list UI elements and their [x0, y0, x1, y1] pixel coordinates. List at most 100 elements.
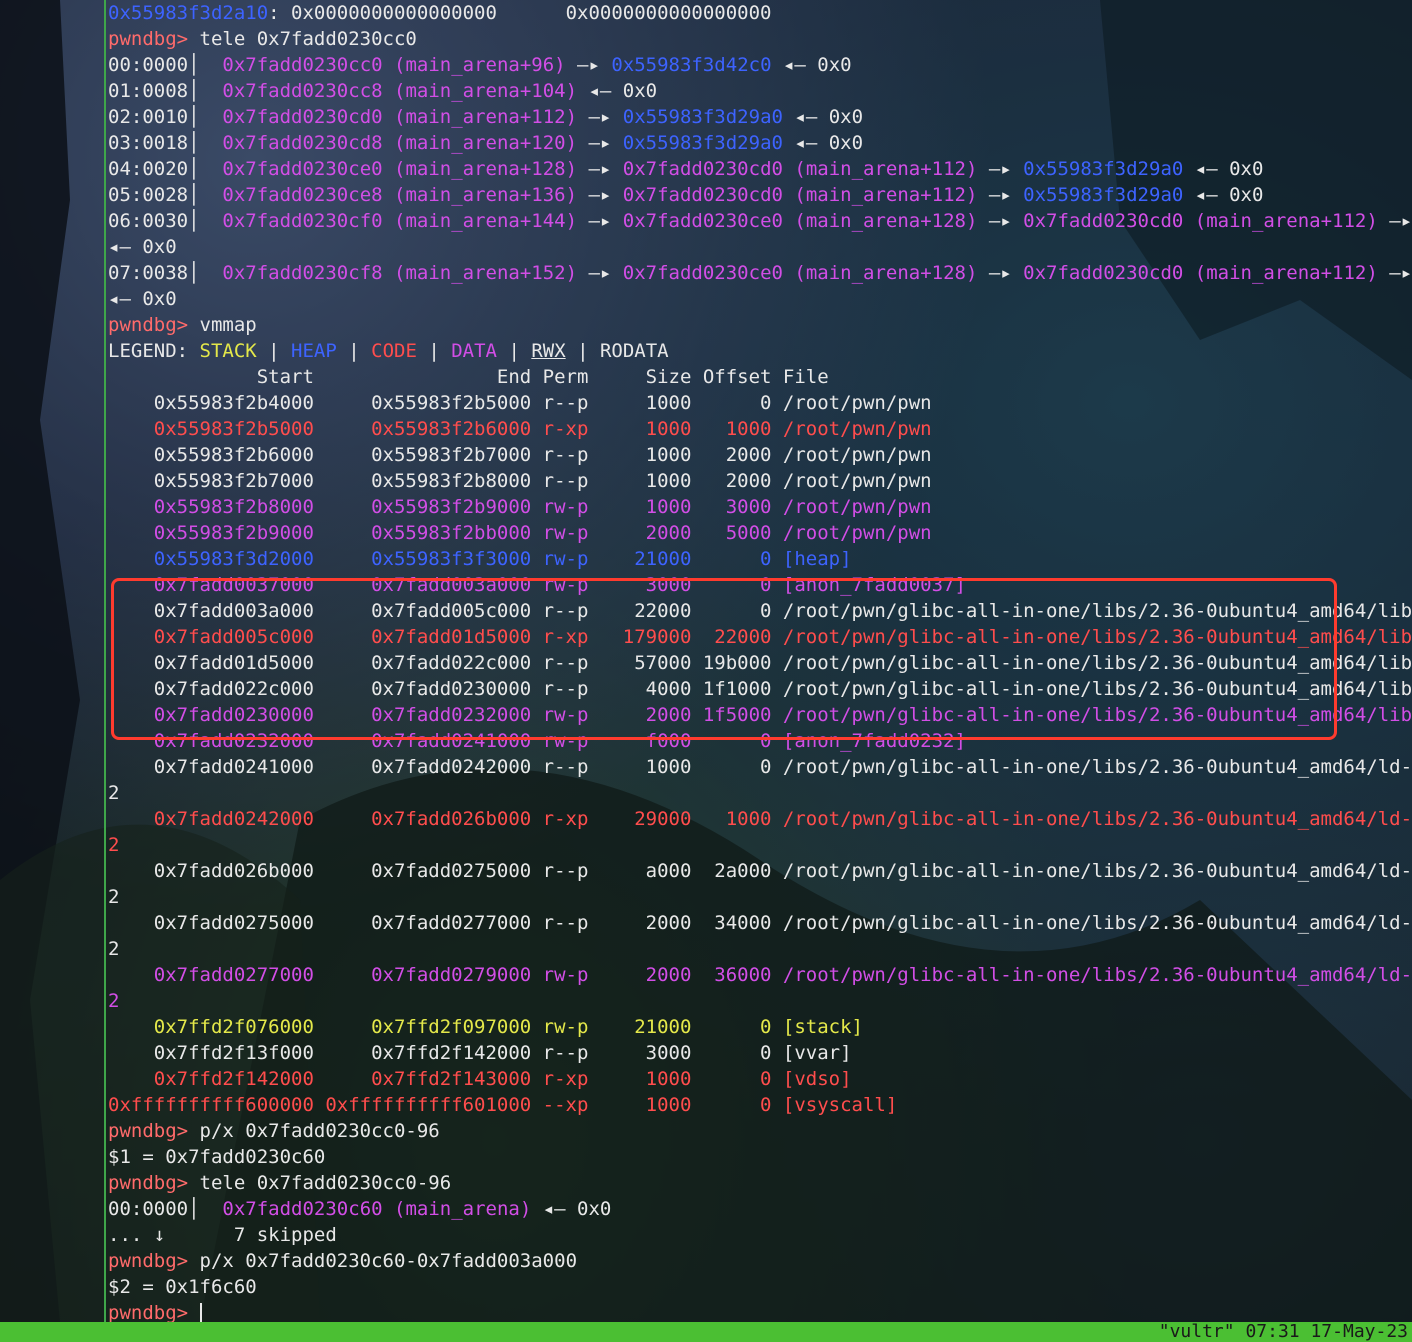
- tele-row-wrap: ◂— 0x0: [108, 286, 177, 312]
- tele-row: 06:0030│ 0x7fadd0230cf0 (main_arena+144)…: [108, 208, 1412, 234]
- vmmap-row: 0xffffffffff600000 0xffffffffff601000 --…: [108, 1092, 897, 1118]
- vmmap-entry-text: 0x7ffd2f13f000 0x7ffd2f142000 r--p 3000 …: [108, 1042, 852, 1064]
- command-tele: pwndbg> tele 0x7fadd0230cc0-96: [108, 1170, 451, 1196]
- pane-border: [104, 0, 106, 1322]
- vmmap-row-wrap: 2: [108, 832, 119, 858]
- chain-arrow: —▸: [565, 54, 612, 76]
- chain-value: 0x0: [622, 80, 658, 102]
- chain-value: 0x0: [142, 236, 177, 258]
- tele-row: 00:0000│ 0x7fadd0230cc0 (main_arena+96) …: [108, 52, 852, 78]
- tele-index: 03:0018: [108, 132, 189, 154]
- command-text: p/x 0x7fadd0230cc0-96: [188, 1120, 440, 1142]
- vmmap-entry-text: 0x55983f2b8000 0x55983f2b9000 rw-p 1000 …: [108, 496, 932, 518]
- tele-bar: │: [188, 106, 200, 128]
- vmmap-wrap-text: 2: [108, 886, 120, 908]
- chain-value: 0x0: [817, 54, 852, 76]
- tele-bar: │: [188, 184, 200, 206]
- tele-index: 01:0008: [108, 80, 189, 102]
- chain-back-arrow: ◂—: [577, 80, 623, 102]
- legend-code: CODE: [371, 340, 417, 362]
- print-result: $2 = 0x1f6c60: [108, 1274, 257, 1300]
- vmmap-row: 0x55983f2b9000 0x55983f2bb000 rw-p 2000 …: [108, 520, 932, 546]
- vmmap-row: 0x7ffd2f076000 0x7ffd2f097000 rw-p 21000…: [108, 1014, 863, 1040]
- chain-value: 0x0: [1229, 184, 1264, 206]
- vmmap-entry-text: 0x55983f2b9000 0x55983f2bb000 rw-p 2000 …: [108, 522, 932, 544]
- command-text: p/x 0x7fadd0230c60-0x7fadd003a000: [188, 1250, 578, 1272]
- chain-pointer: 0x55983f3d29a0: [622, 132, 783, 154]
- vmmap-row: 0x7fadd0242000 0x7fadd026b000 r-xp 29000…: [108, 806, 1412, 832]
- vmmap-entry-text: 0x7fadd0037000 0x7fadd003a000 rw-p 3000 …: [108, 574, 966, 596]
- legend-heap: HEAP: [291, 340, 337, 362]
- vmmap-entry-text: 0x7fadd0275000 0x7fadd0277000 r--p 2000 …: [153, 912, 1412, 934]
- terminal[interactable]: 0x55983f3d2a10: 0x0000000000000000 0x000…: [108, 0, 1412, 1322]
- tele-index: 05:0028: [108, 184, 189, 206]
- vmmap-entry-text: 0x55983f3d2000 0x55983f3f3000 rw-p 21000…: [108, 548, 852, 570]
- print-result: $1 = 0x7fadd0230c60: [108, 1144, 325, 1170]
- tele-row: 01:0008│ 0x7fadd0230cc8 (main_arena+104)…: [108, 78, 657, 104]
- tele-address: 0x7fadd0230cf0 (main_arena+144): [222, 210, 578, 232]
- prompt: pwndbg>: [108, 1302, 189, 1322]
- result-text: $2 = 0x1f6c60: [108, 1276, 257, 1298]
- vmmap-entry-text: 0x7fadd0230000 0x7fadd0232000 rw-p 2000 …: [108, 704, 1412, 726]
- skipped-line: ... ↓ 7 skipped: [108, 1222, 337, 1248]
- command-vmmap: pwndbg> vmmap: [108, 312, 257, 338]
- text-cursor: [199, 1302, 202, 1322]
- memory-dump-line: 0x55983f3d2a10: 0x0000000000000000 0x000…: [108, 0, 771, 26]
- dump-values: : 0x0000000000000000 0x0000000000000000: [268, 2, 772, 24]
- chain-back-arrow: ◂—: [1183, 184, 1230, 206]
- chain-arrow: —▸: [577, 262, 623, 284]
- command-text: vmmap: [188, 314, 257, 336]
- tele-row: 05:0028│ 0x7fadd0230ce8 (main_arena+136)…: [108, 182, 1263, 208]
- chain-value: 0x0: [1229, 158, 1264, 180]
- command-text: tele 0x7fadd0230cc0-96: [188, 1172, 452, 1194]
- vmmap-entry-text: 0x7fadd0277000 0x7fadd0279000 rw-p 2000 …: [153, 964, 1412, 986]
- vmmap-entry-text: 0x7fadd026b000 0x7fadd0275000 r--p a000 …: [153, 860, 1412, 882]
- vmmap-entry-text: 0x55983f2b7000 0x55983f2b8000 r--p 1000 …: [108, 470, 932, 492]
- tele-index: 04:0020: [108, 158, 189, 180]
- legend-rwx: RWX: [531, 340, 566, 362]
- chain-arrow: —▸: [1389, 262, 1412, 284]
- tele-row: 04:0020│ 0x7fadd0230ce0 (main_arena+128)…: [108, 156, 1263, 182]
- chain-arrow: —▸: [577, 106, 623, 128]
- tele-index: 07:0038: [108, 262, 189, 284]
- vmmap-wrap-text: 2: [108, 834, 120, 856]
- vmmap-row: 0x7fadd0241000 0x7fadd0242000 r--p 1000 …: [108, 754, 1412, 780]
- chain-arrow: —▸: [577, 210, 623, 232]
- chain-pointer: 0x7fadd0230cd0 (main_arena+112): [1023, 262, 1378, 284]
- vmmap-row: 0x55983f2b8000 0x55983f2b9000 rw-p 1000 …: [108, 494, 932, 520]
- skipped-dots: ... ↓: [108, 1224, 234, 1246]
- vmmap-row: 0x7fadd0037000 0x7fadd003a000 rw-p 3000 …: [108, 572, 966, 598]
- prompt: pwndbg>: [108, 1120, 189, 1142]
- chain-back-arrow: ◂—: [1183, 158, 1230, 180]
- vmmap-row: 0x7ffd2f142000 0x7ffd2f143000 r-xp 1000 …: [108, 1066, 852, 1092]
- vmmap-row: 0x55983f2b7000 0x55983f2b8000 r--p 1000 …: [108, 468, 932, 494]
- tele-address: 0x7fadd0230cf8 (main_arena+152): [222, 262, 578, 284]
- vmmap-entry-text: 0x7ffd2f076000 0x7ffd2f097000 rw-p 21000…: [108, 1016, 863, 1038]
- chain-pointer: 0x55983f3d42c0: [611, 54, 772, 76]
- tele-index: 02:0010: [108, 106, 189, 128]
- tele-index: 00:0000: [108, 54, 189, 76]
- vmmap-entry-text: 0x7fadd01d5000 0x7fadd022c000 r--p 57000…: [108, 652, 1412, 674]
- vmmap-row-wrap: 2: [108, 780, 119, 806]
- prompt: pwndbg>: [108, 1250, 189, 1272]
- chain-value: 0x0: [142, 288, 177, 310]
- vmmap-row: 0x7fadd0230000 0x7fadd0232000 rw-p 2000 …: [108, 702, 1412, 728]
- vmmap-row: 0x55983f3d2000 0x55983f3f3000 rw-p 21000…: [108, 546, 852, 572]
- vmmap-wrap-text: 2: [108, 782, 120, 804]
- chain-pointer: 0x7fadd0230cd0 (main_arena+112): [622, 158, 978, 180]
- chain-arrow: —▸: [977, 184, 1024, 206]
- vmmap-row-wrap: 2: [108, 884, 119, 910]
- chain-pointer: 0x7fadd0230cd0 (main_arena+112): [622, 184, 978, 206]
- tele-bar: │: [188, 262, 200, 284]
- vmmap-row: 0x7fadd003a000 0x7fadd005c000 r--p 22000…: [108, 598, 1412, 624]
- tele-address: 0x7fadd0230cd8 (main_arena+120): [222, 132, 578, 154]
- vmmap-row: 0x7fadd01d5000 0x7fadd022c000 r--p 57000…: [108, 650, 1412, 676]
- tele-row: 07:0038│ 0x7fadd0230cf8 (main_arena+152)…: [108, 260, 1412, 286]
- tele-row: 00:0000│ 0x7fadd0230c60 (main_arena) ◂— …: [108, 1196, 611, 1222]
- chain-arrow: —▸: [977, 158, 1024, 180]
- tele-bar: │: [188, 158, 200, 180]
- vmmap-entry-text: 0x7fadd022c000 0x7fadd0230000 r--p 4000 …: [108, 678, 1412, 700]
- vmmap-row: 0x7fadd0277000 0x7fadd0279000 rw-p 2000 …: [108, 962, 1412, 988]
- tele-row: 02:0010│ 0x7fadd0230cd0 (main_arena+112)…: [108, 104, 863, 130]
- vmmap-entry-text: 0x7fadd0241000 0x7fadd0242000 r--p 1000 …: [153, 756, 1412, 778]
